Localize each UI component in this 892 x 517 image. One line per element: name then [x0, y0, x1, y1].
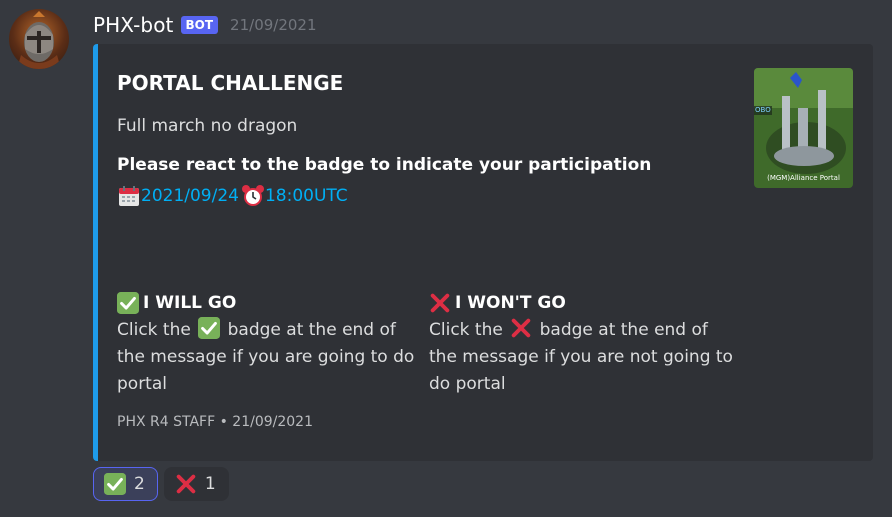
- field-value: Click the badge at the end of the messag…: [117, 317, 422, 398]
- knight-helmet-avatar-icon: [17, 11, 61, 69]
- bot-badge: BOT: [180, 16, 219, 34]
- message-timestamp: 21/09/2021: [230, 16, 317, 34]
- embed-card: PORTAL CHALLENGE Full march no dragon Pl…: [93, 44, 873, 461]
- message-header: PHX-bot BOT 21/09/2021: [93, 10, 317, 40]
- field-wont-go: I WON'T GO Click the badge at the end of…: [429, 289, 734, 398]
- embed-schedule: 2021/09/24 18:00UTC: [117, 184, 348, 208]
- event-time[interactable]: 18:00UTC: [265, 186, 348, 206]
- check-mark-icon: [104, 473, 126, 495]
- field-title: I WILL GO: [143, 293, 237, 313]
- embed-footer: PHX R4 STAFF • 21/09/2021: [117, 414, 313, 430]
- embed-title: PORTAL CHALLENGE: [117, 71, 344, 95]
- embed-instruction: Please react to the badge to indicate yo…: [117, 155, 652, 175]
- alarm-clock-icon: [241, 184, 265, 208]
- reactions-bar: 2 1: [93, 467, 229, 501]
- thumbnail-label: OBO: [755, 106, 771, 114]
- reaction-check[interactable]: 2: [93, 467, 158, 501]
- cross-mark-icon: [510, 317, 532, 339]
- avatar[interactable]: [9, 9, 69, 69]
- field-value: Click the badge at the end of the messag…: [429, 317, 734, 398]
- event-date[interactable]: 2021/09/24: [141, 186, 239, 206]
- reaction-count: 2: [134, 474, 145, 494]
- calendar-icon: [117, 184, 141, 208]
- author-name[interactable]: PHX-bot: [93, 13, 174, 37]
- reaction-count: 1: [204, 474, 216, 494]
- cross-mark-icon: [175, 473, 197, 495]
- check-mark-icon: [198, 317, 221, 339]
- embed-description: Full march no dragon: [117, 116, 298, 136]
- cross-mark-icon: [429, 292, 451, 314]
- field-title: I WON'T GO: [455, 293, 566, 313]
- thumbnail-caption: (MGM)Alliance Portal: [767, 174, 840, 182]
- reaction-cross[interactable]: 1: [163, 467, 229, 501]
- field-will-go: I WILL GO Click the badge at the end of …: [117, 289, 422, 398]
- check-mark-icon: [117, 292, 139, 314]
- embed-thumbnail[interactable]: OBO (MGM)Alliance Portal: [754, 68, 853, 188]
